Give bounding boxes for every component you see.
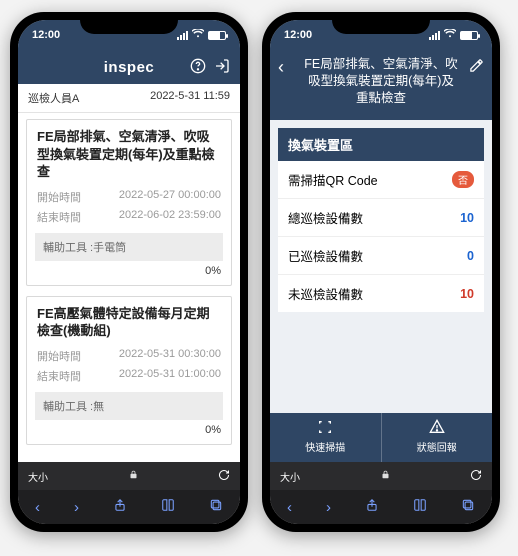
share-icon[interactable] (113, 498, 127, 516)
end-value: 2022-05-31 01:00:00 (119, 368, 221, 384)
start-value: 2022-05-31 00:30:00 (119, 348, 221, 364)
cell-signal-icon (177, 31, 188, 40)
app-brand: inspec (70, 59, 188, 76)
end-value: 2022-06-02 23:59:00 (119, 209, 221, 225)
stat-row-done: 已巡檢設備數 0 (278, 237, 484, 275)
end-label: 結束時間 (37, 368, 81, 384)
tool-label: 輔助工具 : (43, 401, 93, 413)
stat-label: 已巡檢設備數 (288, 246, 363, 265)
text-size-control[interactable]: 大小 (28, 469, 48, 484)
back-icon[interactable]: ‹ (287, 499, 292, 516)
stat-row-qr: 需掃描QR Code 否 (278, 161, 484, 199)
task-card[interactable]: FE高壓氣體特定設備每月定期檢查(機動組) 開始時間 2022-05-31 00… (26, 296, 232, 445)
stat-label: 未巡檢設備數 (288, 284, 363, 303)
task-list[interactable]: FE局部排氣、空氣清淨、吹吸型換氣裝置定期(每年)及重點檢查 開始時間 2022… (18, 113, 240, 462)
lock-icon[interactable] (58, 469, 208, 483)
task-tool-row: 輔助工具 :手電筒 (35, 233, 223, 261)
task-title: FE高壓氣體特定設備每月定期檢查(機動組) (27, 297, 231, 346)
browser-toolbar: ‹ › (18, 490, 240, 524)
phone-frame-right: 12:00 ‹ FE局部排氣、空氣清淨、吹吸型換氣裝置定期(每年)及重點檢查 換… (262, 12, 500, 532)
lock-icon[interactable] (310, 469, 460, 483)
task-tool-row: 輔助工具 :無 (35, 392, 223, 420)
stat-row-remaining: 未巡檢設備數 10 (278, 275, 484, 312)
tool-value: 手電筒 (93, 242, 126, 254)
help-icon[interactable] (190, 58, 206, 77)
book-icon[interactable] (161, 498, 175, 516)
browser-toolbar: ‹ › (270, 490, 492, 524)
task-start-row: 開始時間 2022-05-27 00:00:00 (27, 187, 231, 207)
status-report-button[interactable]: 狀態回報 (382, 413, 493, 462)
browser-url-bar[interactable]: 大小 (18, 462, 240, 490)
stat-label: 總巡檢設備數 (288, 208, 363, 227)
status-time: 12:00 (32, 29, 60, 41)
task-end-row: 結束時間 2022-05-31 01:00:00 (27, 366, 231, 386)
tool-value: 無 (93, 401, 104, 413)
screen-right: 12:00 ‹ FE局部排氣、空氣清淨、吹吸型換氣裝置定期(每年)及重點檢查 換… (270, 20, 492, 524)
stat-list: 需掃描QR Code 否 總巡檢設備數 10 已巡檢設備數 0 未巡檢設備數 1… (278, 161, 484, 312)
task-title: FE局部排氣、空氣清淨、吹吸型換氣裝置定期(每年)及重點檢查 (27, 120, 231, 187)
phone-notch (332, 12, 430, 34)
detail-body: 換氣裝置區 需掃描QR Code 否 總巡檢設備數 10 已巡檢設備數 0 (270, 120, 492, 462)
scan-icon (317, 419, 333, 437)
task-progress: 0% (27, 420, 231, 444)
text-size-control[interactable]: 大小 (280, 469, 300, 484)
alert-icon (429, 419, 445, 437)
screen-left: 12:00 inspec (18, 20, 240, 524)
book-icon[interactable] (413, 498, 427, 516)
page-title: FE局部排氣、空氣清淨、吹吸型換氣裝置定期(每年)及重點檢查 (300, 56, 462, 107)
sub-header: 巡檢人員A 2022-5-31 11:59 (18, 84, 240, 113)
forward-icon[interactable]: › (74, 499, 79, 516)
reload-icon[interactable] (470, 469, 482, 484)
task-card[interactable]: FE局部排氣、空氣清淨、吹吸型換氣裝置定期(每年)及重點檢查 開始時間 2022… (26, 119, 232, 286)
back-icon[interactable]: ‹ (35, 499, 40, 516)
bottom-action-bar: 快速掃描 狀態回報 (270, 413, 492, 462)
forward-icon[interactable]: › (326, 499, 331, 516)
stat-value: 0 (467, 249, 474, 263)
detail-header: ‹ FE局部排氣、空氣清淨、吹吸型換氣裝置定期(每年)及重點檢查 (270, 50, 492, 120)
current-timestamp: 2022-5-31 11:59 (150, 90, 230, 106)
status-indicators (177, 29, 226, 41)
status-time: 12:00 (284, 29, 312, 41)
stat-value: 10 (460, 287, 474, 301)
phone-notch (80, 12, 178, 34)
wifi-icon (192, 29, 204, 41)
status-report-label: 狀態回報 (417, 439, 457, 454)
tool-label: 輔助工具 : (43, 242, 93, 254)
start-value: 2022-05-27 00:00:00 (119, 189, 221, 205)
start-label: 開始時間 (37, 189, 81, 205)
phone-frame-left: 12:00 inspec (10, 12, 248, 532)
quick-scan-label: 快速掃描 (305, 439, 345, 454)
login-icon[interactable] (214, 58, 230, 77)
cell-signal-icon (429, 31, 440, 40)
edit-icon[interactable] (462, 56, 484, 76)
stat-value: 10 (460, 211, 474, 225)
current-user: 巡檢人員A (28, 90, 79, 106)
quick-scan-button[interactable]: 快速掃描 (270, 413, 382, 462)
stat-pill: 否 (452, 171, 474, 188)
task-end-row: 結束時間 2022-06-02 23:59:00 (27, 207, 231, 227)
stat-row-total: 總巡檢設備數 10 (278, 199, 484, 237)
reload-icon[interactable] (218, 469, 230, 484)
tabs-icon[interactable] (461, 498, 475, 516)
app-header: inspec (18, 50, 240, 84)
battery-icon (208, 31, 226, 40)
wifi-icon (444, 29, 456, 41)
browser-url-bar[interactable]: 大小 (270, 462, 492, 490)
section-title: 換氣裝置區 (278, 128, 484, 161)
task-progress: 0% (27, 261, 231, 285)
tabs-icon[interactable] (209, 498, 223, 516)
share-icon[interactable] (365, 498, 379, 516)
task-start-row: 開始時間 2022-05-31 00:30:00 (27, 346, 231, 366)
end-label: 結束時間 (37, 209, 81, 225)
stat-label: 需掃描QR Code (288, 170, 378, 189)
back-button[interactable]: ‹ (278, 56, 300, 76)
start-label: 開始時間 (37, 348, 81, 364)
status-indicators (429, 29, 478, 41)
battery-icon (460, 31, 478, 40)
